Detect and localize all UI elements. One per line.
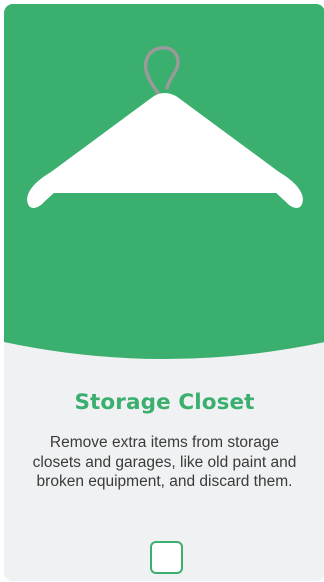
task-card: Storage Closet Remove extra items from s…: [4, 4, 324, 581]
card-hero: [4, 4, 324, 364]
card-title: Storage Closet: [74, 390, 255, 415]
card-description: Remove extra items from storage closets …: [32, 434, 297, 490]
task-checkbox[interactable]: [150, 541, 183, 574]
hero-background: [4, 4, 324, 359]
